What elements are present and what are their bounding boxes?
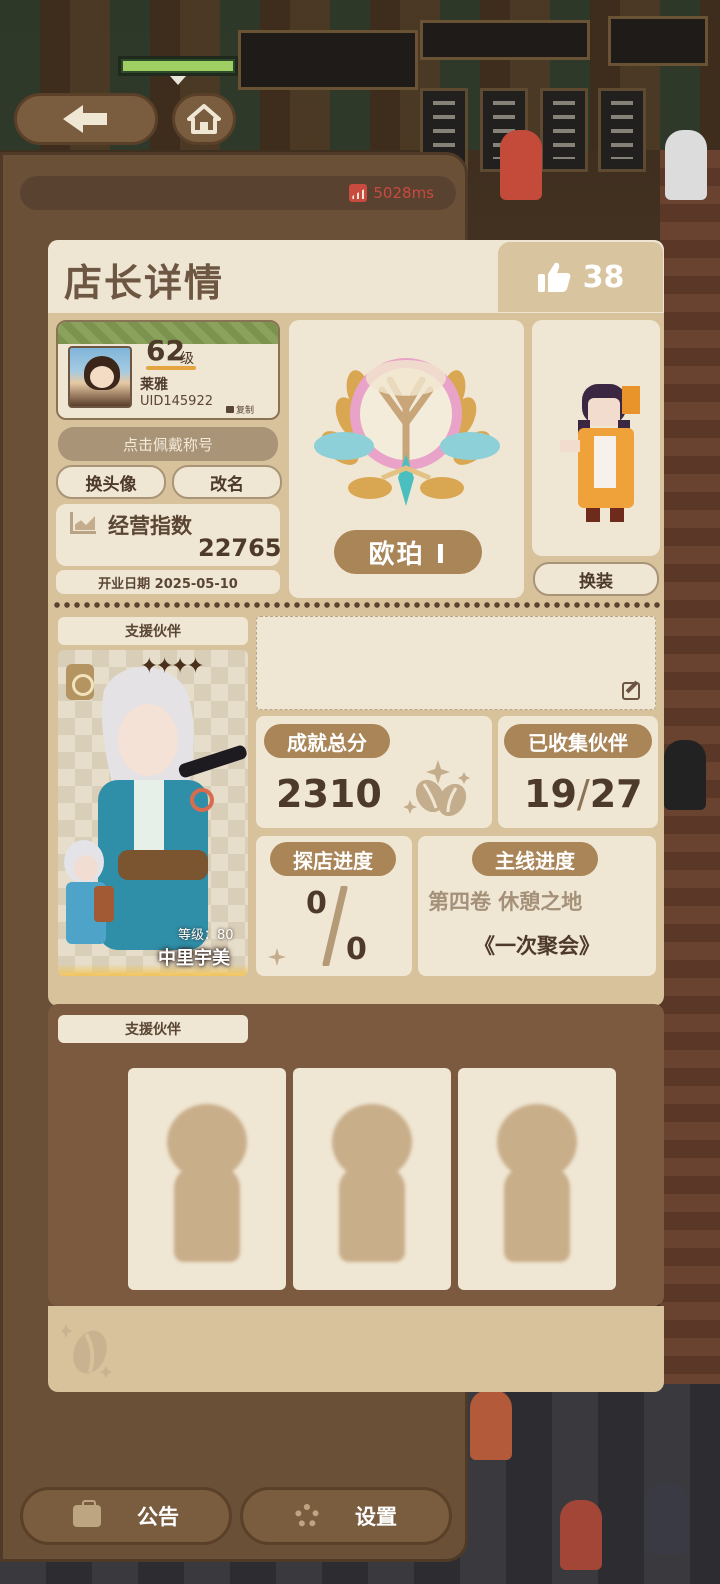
support-slots-label: 支援伙伴	[58, 1015, 248, 1043]
copy-label: 复制	[236, 406, 255, 416]
settings-button[interactable]: 设置	[240, 1487, 452, 1545]
npc-character	[664, 740, 706, 810]
menu-board	[598, 88, 646, 172]
edit-icon[interactable]	[622, 682, 640, 700]
empty-slot-silhouette-icon	[166, 1104, 248, 1262]
player-name: 莱雅	[140, 377, 168, 393]
visit-total: 0	[346, 932, 367, 967]
partner-stars: ✦✦✦✦	[140, 654, 205, 679]
signature-box[interactable]	[256, 616, 656, 710]
element-icon	[66, 664, 94, 700]
notice-button[interactable]: 公告	[20, 1487, 232, 1545]
page-title: 店长详情	[64, 261, 225, 305]
empty-slot-silhouette-icon	[331, 1104, 413, 1262]
achievement-value: 2310	[276, 772, 382, 816]
menu-board	[540, 88, 588, 172]
collected-total: 27	[589, 772, 643, 816]
business-index-value: 22765	[198, 534, 282, 562]
coffee-bean-icon	[62, 1324, 112, 1378]
pointer-arrow	[170, 76, 186, 85]
npc-character	[646, 1484, 688, 1554]
support-slot-2[interactable]	[293, 1068, 451, 1290]
npc-character	[560, 1500, 602, 1570]
npc-character	[500, 130, 542, 200]
settings-label: 设置	[355, 1505, 397, 1529]
panel-footer	[48, 1306, 664, 1392]
wear-title-button[interactable]: 点击佩戴称号	[58, 427, 278, 461]
partner-name: 中里宇美	[158, 948, 230, 969]
coffee-beans-icon	[404, 760, 470, 816]
gear-icon	[295, 1504, 319, 1528]
likes-button[interactable]: 38	[498, 242, 663, 312]
avatar[interactable]	[68, 346, 132, 408]
support-slot-3[interactable]	[458, 1068, 616, 1290]
level-underline	[146, 366, 196, 370]
visit-label: 探店进度	[270, 842, 396, 876]
partner-level: 等级：80	[178, 928, 234, 943]
npc-character	[470, 1390, 512, 1460]
mainline-chapter: 《一次聚会》	[474, 934, 600, 958]
change-outfit-button[interactable]: 换装	[533, 562, 659, 596]
collected-label: 已收集伙伴	[504, 724, 652, 758]
network-latency: 5028ms	[20, 176, 456, 210]
home-icon	[187, 104, 221, 134]
shelf	[608, 16, 708, 66]
thumbs-up-icon	[537, 262, 570, 292]
mainline-label: 主线进度	[472, 842, 598, 876]
signal-icon	[349, 184, 368, 202]
level-suffix: 级	[180, 351, 194, 367]
support-slot-1[interactable]	[128, 1068, 286, 1290]
change-avatar-button[interactable]: 换头像	[56, 465, 166, 499]
home-button[interactable]	[172, 93, 236, 145]
likes-count: 38	[582, 259, 625, 295]
divider	[52, 602, 662, 608]
shelf	[238, 30, 418, 90]
rank-name: 欧珀 I	[334, 530, 482, 574]
arrow-left-icon	[63, 105, 107, 133]
copy-icon	[226, 406, 234, 413]
rank-emblem-icon	[314, 358, 500, 506]
slash: /	[576, 772, 590, 816]
copy-uid-button[interactable]: 复制	[226, 403, 254, 416]
business-index-label: 经营指数	[108, 514, 192, 538]
open-date: 开业日期 2025-05-10	[56, 570, 280, 594]
mainline-volume: 第四卷 休憩之地	[428, 890, 583, 914]
progress-bar	[118, 56, 238, 76]
achievement-label: 成就总分	[264, 724, 390, 758]
ping-value: 5028ms	[373, 184, 434, 202]
player-uid: UID145922	[140, 394, 213, 409]
briefcase-icon	[73, 1500, 101, 1527]
collected-progress: 19/27	[524, 772, 643, 816]
shelf	[420, 20, 590, 60]
chart-icon	[70, 512, 96, 534]
back-button[interactable]	[14, 93, 158, 145]
support-partner-label: 支援伙伴	[58, 617, 248, 645]
sparkle-icon	[268, 948, 286, 966]
character-sprite	[560, 384, 640, 522]
empty-slot-silhouette-icon	[496, 1104, 578, 1262]
notice-label: 公告	[137, 1505, 179, 1529]
collected-count: 19	[524, 772, 577, 816]
rename-button[interactable]: 改名	[172, 465, 282, 499]
npc-character	[665, 130, 707, 200]
